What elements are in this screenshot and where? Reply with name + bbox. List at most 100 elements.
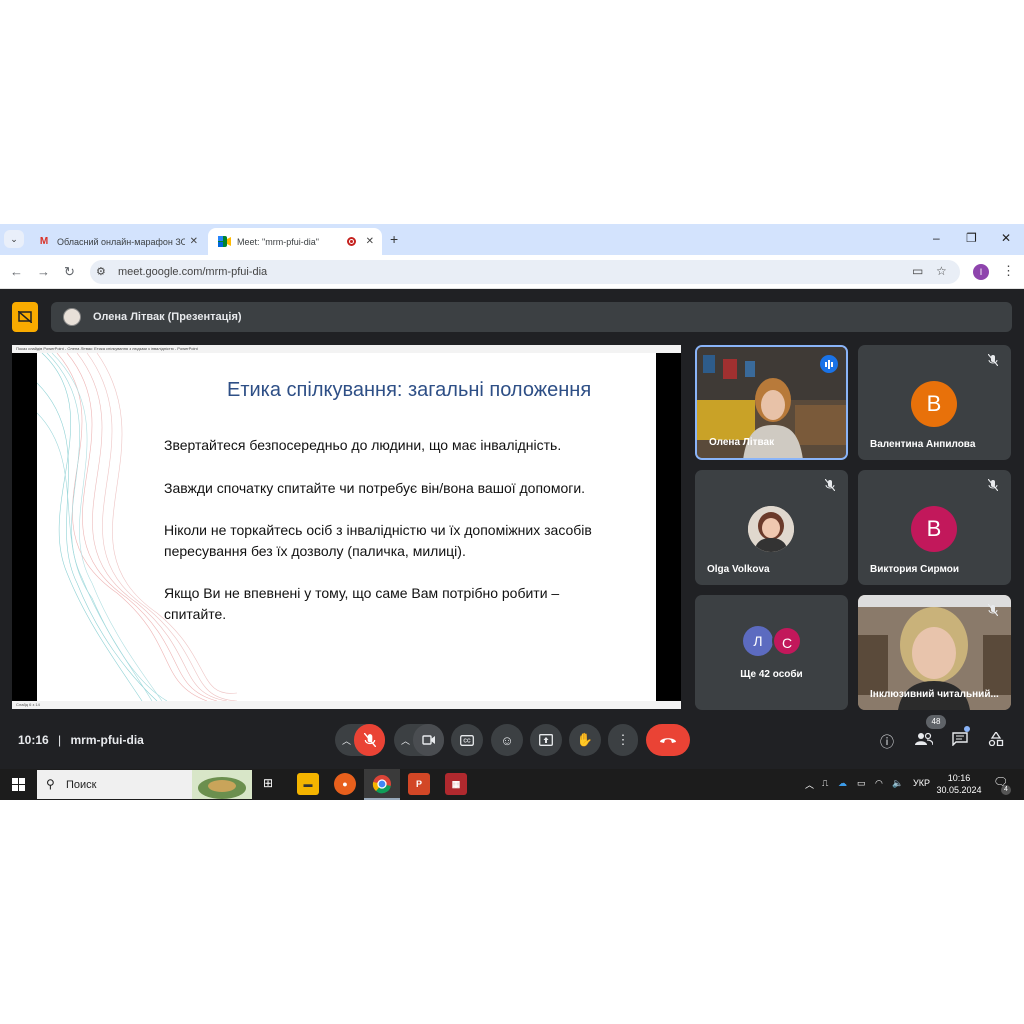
slideshow-icon[interactable]: ▦: [445, 773, 467, 795]
slide-line: Звертайтеся безпосередньо до людини, що …: [164, 437, 562, 453]
slide-line: спитайте.: [164, 606, 227, 622]
participant-name: Ще 42 особи: [740, 669, 803, 680]
speaking-indicator-icon: [820, 355, 838, 373]
search-placeholder: Поиск: [66, 779, 97, 791]
participant-tile-library[interactable]: Інклюзивний читальний...: [858, 595, 1011, 710]
usb-icon[interactable]: ⎍: [822, 778, 828, 789]
windows-taskbar: ⚲ Поиск ⊞ ▬ ● P ▦ ︿ ⎍ ☁ ▭ ◠ 🔈 УКР 10:16 …: [0, 769, 1024, 800]
tab-meet[interactable]: Meet: "mrm-pfui-dia" ✕: [208, 228, 382, 255]
presentation-stopped-icon[interactable]: [12, 302, 38, 332]
emoji-icon: ☺: [500, 732, 514, 748]
forward-icon[interactable]: →: [37, 264, 50, 279]
meeting-code: mrm-pfui-dia: [70, 733, 144, 747]
camera-icon: [421, 735, 435, 745]
chrome-menu-icon[interactable]: ⋮: [1002, 263, 1015, 279]
slide-line: Ніколи не торкайтесь осіб з інвалідністю…: [164, 522, 592, 538]
avatar: Л: [743, 626, 773, 656]
presenter-label: Олена Літвак (Презентація): [93, 311, 242, 323]
minimize-icon[interactable]: –: [933, 231, 940, 245]
participant-tile-olena[interactable]: Олена Літвак: [695, 345, 848, 460]
participant-name: Інклюзивний читальний...: [870, 689, 999, 700]
new-tab-icon[interactable]: +: [390, 231, 398, 247]
avatar: В: [911, 506, 957, 552]
slide-line: Завжди спочатку спитайте чи потребує він…: [164, 480, 586, 496]
participant-name: Олена Літвак: [709, 437, 775, 448]
battery-icon[interactable]: ▭: [857, 778, 866, 789]
site-info-icon[interactable]: ⚙: [96, 265, 106, 278]
avatar: [748, 506, 794, 552]
mic-off-icon: [363, 733, 376, 747]
chrome-taskbar-button[interactable]: [364, 769, 400, 800]
taskbar-clock[interactable]: 10:16 30.05.2024: [935, 772, 983, 796]
omnibox[interactable]: ⚙ meet.google.com/mrm-pfui-dia ▭ ☆: [90, 260, 960, 284]
participant-name: Olga Volkova: [707, 564, 770, 575]
recording-icon: [347, 237, 356, 246]
svg-text:CC: CC: [463, 738, 471, 744]
profile-avatar[interactable]: I: [973, 264, 989, 280]
tab-title: Обласний онлайн-марафон ЗО: [57, 236, 185, 247]
search-icon: ⚲: [46, 777, 55, 791]
clock-time: 10:16: [947, 773, 971, 783]
back-icon[interactable]: ←: [10, 264, 23, 279]
close-window-icon[interactable]: ✕: [1001, 231, 1011, 245]
separator: |: [58, 733, 62, 747]
avatar: В: [911, 381, 957, 427]
meeting-details-icon[interactable]: ⓘ: [880, 732, 894, 752]
show-hidden-icons-icon[interactable]: ︿: [805, 778, 814, 791]
participant-tile-others[interactable]: Л С Ще 42 особи: [695, 595, 848, 710]
mic-off-button[interactable]: [354, 724, 385, 756]
clock-date: 30.05.2024: [936, 785, 982, 795]
chevron-up-icon[interactable]: ︿: [401, 734, 410, 747]
presentation-slide: Етика спілкування: загальні положення Зв…: [37, 353, 656, 701]
leave-call-button[interactable]: [646, 724, 690, 756]
chrome-tab-strip: ⌄ M Обласний онлайн-марафон ЗО ✕ Meet: "…: [0, 224, 1024, 255]
participant-tile-viktoriia[interactable]: В Виктория Сирмои: [858, 470, 1011, 585]
bookmark-star-icon[interactable]: ☆: [936, 264, 947, 278]
hang-up-icon: [660, 738, 676, 743]
camera-control[interactable]: ︿: [394, 724, 444, 756]
activities-icon[interactable]: [988, 730, 1004, 749]
participant-tile-olga[interactable]: Olga Volkova: [695, 470, 848, 585]
volume-icon[interactable]: 🔈: [892, 778, 903, 789]
close-tab-icon[interactable]: ✕: [190, 236, 198, 247]
mic-off-icon: [822, 478, 838, 495]
file-explorer-icon[interactable]: ▬: [297, 773, 319, 795]
present-button[interactable]: [530, 724, 562, 756]
powerpoint-icon[interactable]: P: [408, 773, 430, 795]
reload-icon[interactable]: ↻: [64, 264, 75, 280]
more-options-button[interactable]: ⋮: [608, 724, 638, 756]
search-highlight-image: [192, 770, 252, 799]
taskbar-search[interactable]: ⚲ Поиск: [37, 770, 252, 799]
meeting-info: 10:16 | mrm-pfui-dia: [18, 733, 144, 747]
close-tab-icon[interactable]: ✕: [366, 236, 374, 247]
presenter-bar: Олена Літвак (Презентація): [51, 302, 1012, 332]
captions-button[interactable]: CC: [451, 724, 483, 756]
restore-icon[interactable]: ❐: [966, 231, 977, 245]
url-text[interactable]: meet.google.com/mrm-pfui-dia: [118, 266, 267, 278]
windows-start-icon[interactable]: [12, 778, 25, 791]
language-indicator[interactable]: УКР: [913, 778, 930, 788]
screen: ⌄ M Обласний онлайн-марафон ЗО ✕ Meet: "…: [0, 224, 1024, 800]
wifi-icon[interactable]: ◠: [875, 778, 883, 789]
camera-button[interactable]: [413, 724, 444, 756]
task-view-icon[interactable]: ⊞: [263, 776, 273, 790]
avatar: С: [772, 626, 802, 656]
raise-hand-button[interactable]: ✋: [569, 724, 601, 756]
reactions-button[interactable]: ☺: [491, 724, 523, 756]
tab-search-chevron-icon[interactable]: ⌄: [4, 230, 24, 248]
chrome-icon: [372, 775, 391, 794]
participant-tile-valentyna[interactable]: В Валентина Анпилова: [858, 345, 1011, 460]
people-icon[interactable]: [915, 732, 934, 749]
tab-gmail[interactable]: M Обласний онлайн-марафон ЗО ✕: [28, 228, 206, 255]
gmail-icon: M: [39, 236, 49, 247]
mic-control[interactable]: ︿: [335, 724, 385, 756]
chevron-up-icon[interactable]: ︿: [342, 734, 351, 747]
tab-title: Meet: "mrm-pfui-dia": [237, 236, 319, 247]
onedrive-icon[interactable]: ☁: [838, 778, 847, 789]
chat-icon[interactable]: [952, 732, 968, 749]
hand-icon: ✋: [576, 732, 594, 747]
chat-notification-dot: [964, 726, 970, 732]
firefox-icon[interactable]: ●: [334, 773, 356, 795]
camera-in-use-icon[interactable]: ▭: [912, 264, 923, 278]
meeting-time: 10:16: [18, 733, 49, 747]
